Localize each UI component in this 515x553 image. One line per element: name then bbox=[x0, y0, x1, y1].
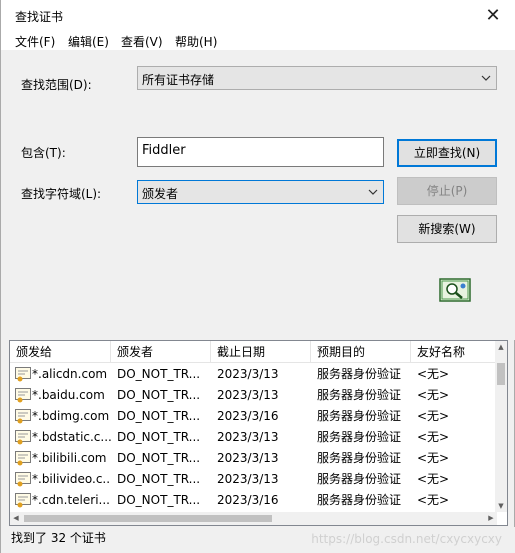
vertical-scroll-thumb[interactable] bbox=[497, 363, 505, 385]
cell-purpose: 服务器身份验证 bbox=[317, 409, 402, 423]
cell-expiry: 2023/3/13 bbox=[217, 388, 279, 402]
column-header-issued-to[interactable]: 颁发给 bbox=[10, 341, 111, 362]
cell-purpose: 服务器身份验证 bbox=[317, 472, 402, 486]
menu-file[interactable]: 文件(F) bbox=[13, 33, 57, 50]
cell-issued-by: DO_NOT_TR... bbox=[117, 388, 201, 402]
field-dropdown[interactable]: 颁发者 bbox=[137, 180, 384, 204]
cell-issued-to: *.alicdn.com bbox=[32, 367, 108, 381]
certificate-icon bbox=[15, 388, 31, 403]
column-header-expiry-date[interactable]: 截止日期 bbox=[211, 341, 311, 362]
stop-button[interactable]: 停止(P) bbox=[397, 177, 497, 205]
scroll-right-arrow-icon[interactable]: ▶ bbox=[485, 512, 497, 525]
cell-expiry: 2023/3/16 bbox=[217, 493, 279, 507]
certificate-icon bbox=[15, 367, 31, 382]
new-search-button[interactable]: 新搜索(W) bbox=[397, 215, 497, 243]
results-list-header: 颁发给 颁发者 截止日期 预期目的 友好名称 bbox=[10, 341, 497, 363]
cell-purpose: 服务器身份验证 bbox=[317, 430, 402, 444]
cell-issued-by: DO_NOT_TR... bbox=[117, 472, 201, 486]
cell-expiry: 2023/3/13 bbox=[217, 367, 279, 381]
scroll-left-arrow-icon[interactable]: ◀ bbox=[10, 512, 22, 525]
table-row[interactable]: *.bilibili.com DO_NOT_TR... 2023/3/13 服务… bbox=[10, 448, 497, 469]
chevron-down-icon bbox=[481, 75, 491, 81]
cell-purpose: 服务器身份验证 bbox=[317, 367, 402, 381]
field-label: 查找字符域(L): bbox=[21, 187, 102, 201]
results-list[interactable]: 颁发给 颁发者 截止日期 预期目的 友好名称 *.alicdn.com DO_N… bbox=[9, 340, 508, 526]
scope-dropdown[interactable]: 所有证书存储 bbox=[137, 66, 497, 90]
cell-expiry: 2023/3/13 bbox=[217, 472, 279, 486]
close-button[interactable]: ✕ bbox=[478, 3, 508, 29]
column-header-issued-by[interactable]: 颁发者 bbox=[111, 341, 211, 362]
menu-view[interactable]: 查看(V) bbox=[119, 33, 165, 50]
certificate-icon bbox=[15, 409, 31, 424]
column-header-intended-purpose[interactable]: 预期目的 bbox=[311, 341, 411, 362]
scroll-down-arrow-icon[interactable]: ▼ bbox=[495, 500, 507, 512]
table-row[interactable]: *.baidu.com DO_NOT_TR... 2023/3/13 服务器身份… bbox=[10, 385, 497, 406]
certificate-icon bbox=[15, 430, 31, 445]
cell-issued-to: *.baidu.com bbox=[32, 388, 105, 402]
cell-issued-to: *.cdn.teleri... bbox=[32, 493, 110, 507]
scope-dropdown-value: 所有证书存储 bbox=[142, 73, 215, 87]
cell-purpose: 服务器身份验证 bbox=[317, 493, 402, 507]
cell-friendly-name: <无> bbox=[417, 451, 450, 465]
scroll-up-arrow-icon[interactable]: ▲ bbox=[495, 341, 507, 353]
cell-friendly-name: <无> bbox=[417, 493, 450, 507]
status-bar: 找到了 32 个证书 https://blog.csdn.net/cxycxyc… bbox=[1, 527, 515, 553]
cell-expiry: 2023/3/13 bbox=[217, 451, 279, 465]
table-row[interactable]: *.bdstatic.c... DO_NOT_TR... 2023/3/13 服… bbox=[10, 427, 497, 448]
status-text: 找到了 32 个证书 bbox=[11, 531, 106, 545]
contains-label: 包含(T): bbox=[21, 146, 66, 160]
horizontal-scrollbar[interactable]: ◀ ▶ bbox=[10, 512, 497, 525]
menu-edit[interactable]: 编辑(E) bbox=[66, 33, 111, 50]
menu-help[interactable]: 帮助(H) bbox=[173, 33, 219, 50]
scope-label: 查找范围(D): bbox=[21, 78, 92, 92]
column-header-friendly-name[interactable]: 友好名称 bbox=[411, 341, 497, 362]
certificate-icon bbox=[15, 472, 31, 487]
watermark: https://blog.csdn.net/cxycxycxy bbox=[311, 532, 502, 546]
title-bar: 查找证书 ✕ bbox=[1, 0, 515, 32]
cell-issued-to: *.bdstatic.c... bbox=[32, 430, 111, 444]
cell-issued-by: DO_NOT_TR... bbox=[117, 493, 201, 507]
results-rows: *.alicdn.com DO_NOT_TR... 2023/3/13 服务器身… bbox=[10, 364, 497, 512]
vertical-scrollbar[interactable]: ▲ ▼ bbox=[495, 341, 507, 512]
cell-friendly-name: <无> bbox=[417, 367, 450, 381]
cell-expiry: 2023/3/13 bbox=[217, 430, 279, 444]
cell-issued-to: *.bilivideo.c... bbox=[32, 472, 111, 486]
cell-friendly-name: <无> bbox=[417, 388, 450, 402]
cell-issued-by: DO_NOT_TR... bbox=[117, 451, 201, 465]
cell-issued-by: DO_NOT_TR... bbox=[117, 409, 201, 423]
contains-input-value: Fiddler bbox=[142, 143, 186, 158]
menu-bar: 文件(F) 编辑(E) 查看(V) 帮助(H) bbox=[1, 32, 515, 50]
cell-issued-to: *.bdimg.com bbox=[32, 409, 110, 423]
window-title: 查找证书 bbox=[15, 10, 64, 24]
cell-purpose: 服务器身份验证 bbox=[317, 388, 402, 402]
certificate-icon bbox=[15, 451, 31, 466]
certificate-icon bbox=[15, 493, 31, 508]
chevron-down-icon bbox=[368, 189, 378, 195]
table-row[interactable]: *.cdn.teleri... DO_NOT_TR... 2023/3/16 服… bbox=[10, 490, 497, 511]
search-criteria-panel: 查找范围(D): 所有证书存储 包含(T): Fiddler 查找字符域(L):… bbox=[1, 50, 515, 340]
cell-friendly-name: <无> bbox=[417, 472, 450, 486]
horizontal-scroll-thumb[interactable] bbox=[24, 515, 272, 522]
cell-issued-by: DO_NOT_TR... bbox=[117, 430, 201, 444]
cell-purpose: 服务器身份验证 bbox=[317, 451, 402, 465]
table-row[interactable]: *.bdimg.com DO_NOT_TR... 2023/3/16 服务器身份… bbox=[10, 406, 497, 427]
find-now-button[interactable]: 立即查找(N) bbox=[397, 139, 497, 167]
field-dropdown-value: 颁发者 bbox=[142, 187, 179, 201]
table-row[interactable]: *.alicdn.com DO_NOT_TR... 2023/3/13 服务器身… bbox=[10, 364, 497, 385]
contains-input[interactable]: Fiddler bbox=[137, 137, 384, 167]
table-row[interactable]: *.bilivideo.c... DO_NOT_TR... 2023/3/13 … bbox=[10, 469, 497, 490]
cell-friendly-name: <无> bbox=[417, 430, 450, 444]
find-certificates-window: 查找证书 ✕ 文件(F) 编辑(E) 查看(V) 帮助(H) 查找范围(D): … bbox=[0, 0, 515, 553]
find-certificate-animation-icon bbox=[439, 278, 471, 302]
cell-expiry: 2023/3/16 bbox=[217, 409, 279, 423]
cell-friendly-name: <无> bbox=[417, 409, 450, 423]
cell-issued-to: *.bilibili.com bbox=[32, 451, 107, 465]
cell-issued-by: DO_NOT_TR... bbox=[117, 367, 201, 381]
